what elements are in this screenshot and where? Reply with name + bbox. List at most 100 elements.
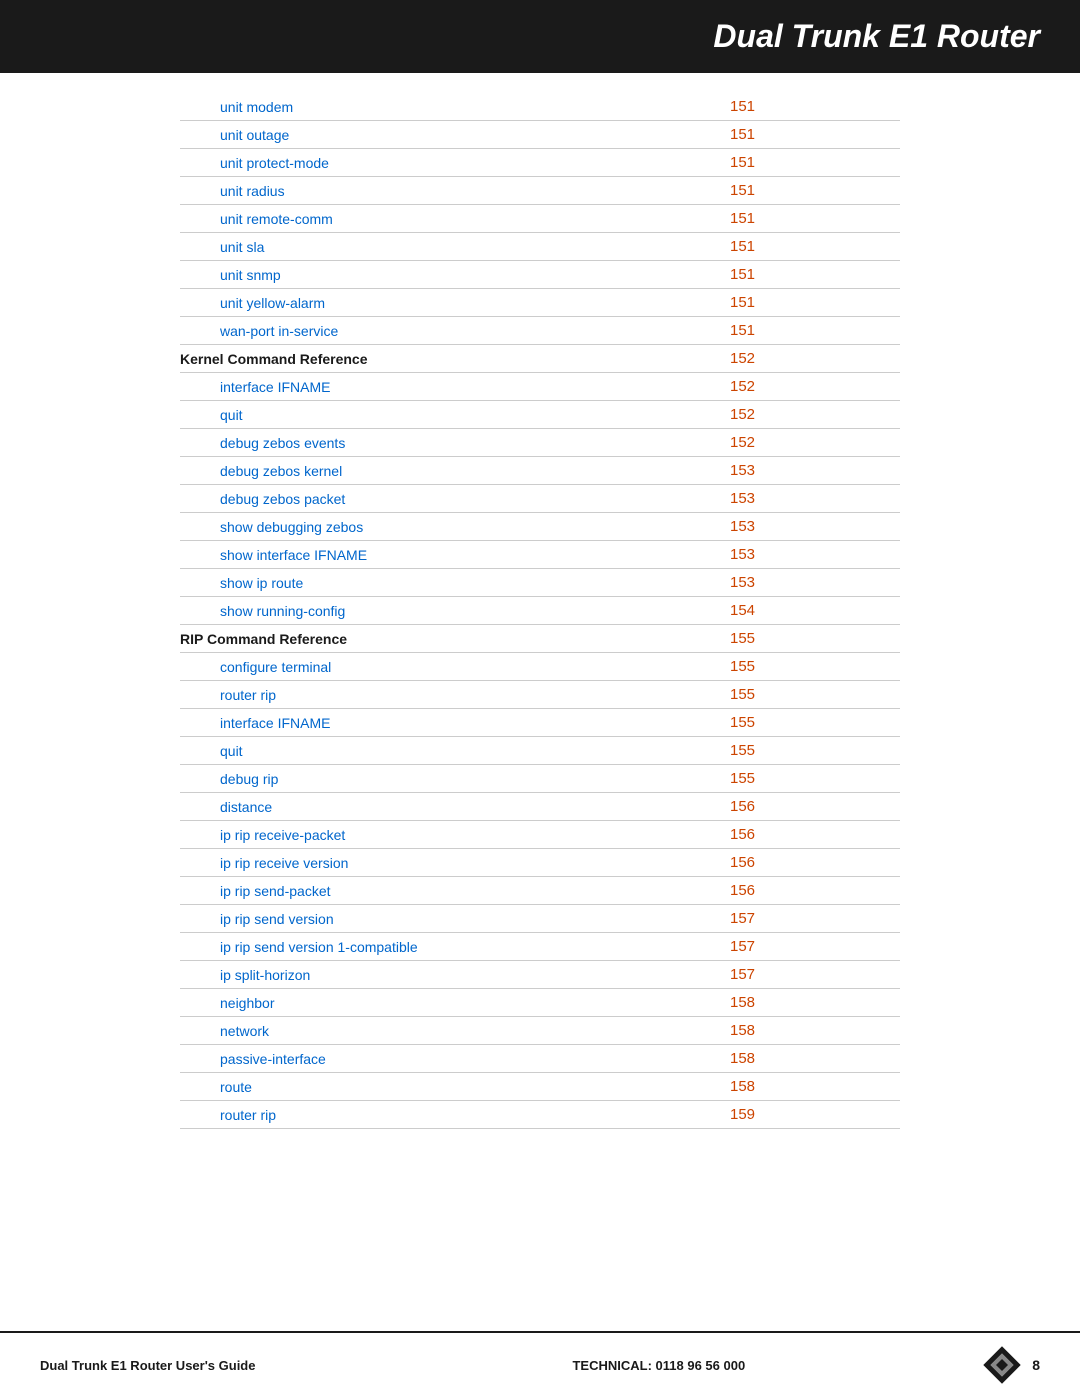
toc-row[interactable]: neighbor158 [180, 989, 900, 1017]
toc-row[interactable]: unit remote-comm151 [180, 205, 900, 233]
toc-label: route [180, 1073, 720, 1101]
toc-label: debug zebos events [180, 429, 720, 457]
toc-label: ip rip receive-packet [180, 821, 720, 849]
toc-row[interactable]: ip rip receive version156 [180, 849, 900, 877]
toc-page: 153 [720, 457, 900, 485]
toc-row[interactable]: passive-interface158 [180, 1045, 900, 1073]
toc-row[interactable]: interface IFNAME152 [180, 373, 900, 401]
toc-row[interactable]: ip split-horizon157 [180, 961, 900, 989]
brand-logo-icon [982, 1345, 1022, 1385]
toc-row[interactable]: wan-port in-service151 [180, 317, 900, 345]
toc-row[interactable]: router rip155 [180, 681, 900, 709]
toc-row[interactable]: distance156 [180, 793, 900, 821]
toc-row[interactable]: router rip159 [180, 1101, 900, 1129]
toc-label: unit yellow-alarm [180, 289, 720, 317]
toc-label: debug rip [180, 765, 720, 793]
toc-page: 151 [720, 289, 900, 317]
toc-row[interactable]: unit outage151 [180, 121, 900, 149]
toc-page: 158 [720, 1045, 900, 1073]
toc-row[interactable]: ip rip receive-packet156 [180, 821, 900, 849]
toc-label: network [180, 1017, 720, 1045]
toc-page: 151 [720, 121, 900, 149]
toc-row[interactable]: unit radius151 [180, 177, 900, 205]
toc-row[interactable]: debug zebos packet153 [180, 485, 900, 513]
toc-page: 151 [720, 149, 900, 177]
toc-page: 153 [720, 485, 900, 513]
toc-page: 157 [720, 905, 900, 933]
toc-table: unit modem151unit outage151unit protect-… [180, 93, 900, 1129]
toc-page: 152 [720, 429, 900, 457]
footer-right: 8 [982, 1345, 1040, 1385]
toc-row[interactable]: RIP Command Reference155 [180, 625, 900, 653]
toc-row[interactable]: debug rip155 [180, 765, 900, 793]
toc-page: 153 [720, 569, 900, 597]
toc-row[interactable]: quit155 [180, 737, 900, 765]
toc-label: show ip route [180, 569, 720, 597]
toc-page: 155 [720, 765, 900, 793]
toc-row[interactable]: route158 [180, 1073, 900, 1101]
toc-row[interactable]: show running-config154 [180, 597, 900, 625]
toc-label: unit modem [180, 93, 720, 121]
toc-page: 155 [720, 653, 900, 681]
toc-row[interactable]: unit protect-mode151 [180, 149, 900, 177]
toc-page: 159 [720, 1101, 900, 1129]
toc-label: ip rip send-packet [180, 877, 720, 905]
toc-label: ip rip send version 1-compatible [180, 933, 720, 961]
toc-label: debug zebos kernel [180, 457, 720, 485]
toc-page: 158 [720, 1017, 900, 1045]
toc-row[interactable]: show ip route153 [180, 569, 900, 597]
toc-label: wan-port in-service [180, 317, 720, 345]
toc-label: unit radius [180, 177, 720, 205]
toc-label: router rip [180, 1101, 720, 1129]
toc-page: 155 [720, 737, 900, 765]
toc-page: 158 [720, 989, 900, 1017]
toc-label: ip rip send version [180, 905, 720, 933]
toc-label: debug zebos packet [180, 485, 720, 513]
toc-row[interactable]: unit sla151 [180, 233, 900, 261]
toc-row[interactable]: debug zebos kernel153 [180, 457, 900, 485]
toc-page: 156 [720, 849, 900, 877]
toc-page: 151 [720, 261, 900, 289]
toc-label: quit [180, 737, 720, 765]
toc-page: 156 [720, 821, 900, 849]
toc-row[interactable]: ip rip send version 1-compatible157 [180, 933, 900, 961]
toc-row[interactable]: ip rip send-packet156 [180, 877, 900, 905]
toc-page: 156 [720, 793, 900, 821]
page-header: Dual Trunk E1 Router [0, 0, 1080, 73]
toc-row[interactable]: interface IFNAME155 [180, 709, 900, 737]
toc-row[interactable]: unit modem151 [180, 93, 900, 121]
toc-label: configure terminal [180, 653, 720, 681]
toc-label: router rip [180, 681, 720, 709]
toc-row[interactable]: unit snmp151 [180, 261, 900, 289]
toc-label: ip split-horizon [180, 961, 720, 989]
toc-page: 157 [720, 933, 900, 961]
toc-label: quit [180, 401, 720, 429]
toc-row[interactable]: show debugging zebos153 [180, 513, 900, 541]
toc-label: show debugging zebos [180, 513, 720, 541]
toc-label: show interface IFNAME [180, 541, 720, 569]
toc-page: 157 [720, 961, 900, 989]
toc-row[interactable]: configure terminal155 [180, 653, 900, 681]
toc-label: passive-interface [180, 1045, 720, 1073]
toc-row[interactable]: unit yellow-alarm151 [180, 289, 900, 317]
toc-label: RIP Command Reference [180, 625, 720, 653]
toc-page: 158 [720, 1073, 900, 1101]
toc-label: Kernel Command Reference [180, 345, 720, 373]
toc-row[interactable]: network158 [180, 1017, 900, 1045]
toc-label: unit remote-comm [180, 205, 720, 233]
toc-row[interactable]: ip rip send version157 [180, 905, 900, 933]
toc-row[interactable]: Kernel Command Reference152 [180, 345, 900, 373]
toc-label: distance [180, 793, 720, 821]
header-title: Dual Trunk E1 Router [713, 18, 1040, 54]
toc-label: show running-config [180, 597, 720, 625]
toc-page: 153 [720, 541, 900, 569]
toc-label: ip rip receive version [180, 849, 720, 877]
toc-label: unit sla [180, 233, 720, 261]
toc-row[interactable]: quit152 [180, 401, 900, 429]
toc-page: 151 [720, 205, 900, 233]
toc-row[interactable]: debug zebos events152 [180, 429, 900, 457]
toc-label: interface IFNAME [180, 709, 720, 737]
toc-label: unit protect-mode [180, 149, 720, 177]
toc-row[interactable]: show interface IFNAME153 [180, 541, 900, 569]
toc-page: 152 [720, 345, 900, 373]
